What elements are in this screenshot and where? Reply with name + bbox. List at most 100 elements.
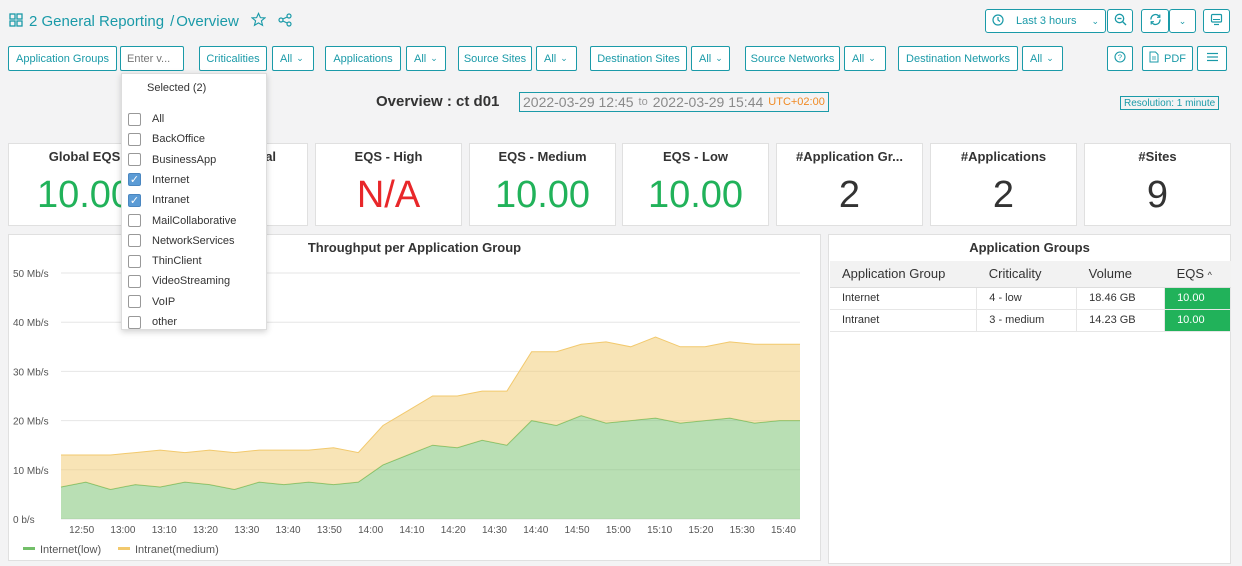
x-tick-label: 14:50 xyxy=(565,525,590,536)
legend-label[interactable]: Internet(low) xyxy=(40,544,101,556)
dropdown-option[interactable]: BackOffice xyxy=(128,131,205,147)
destination-networks-value: All xyxy=(1030,52,1043,65)
application-groups-dropdown[interactable]: Selected (2) All BackOffice BusinessApp ✓ In… xyxy=(121,73,267,330)
col-eqs[interactable]: EQS ^ xyxy=(1164,261,1231,288)
grid-icon[interactable] xyxy=(9,12,23,31)
chevron-down-icon: ⌄ xyxy=(430,53,438,63)
y-tick-label: 0 b/s xyxy=(13,515,35,526)
checkbox-icon[interactable] xyxy=(128,295,141,309)
filter-destination-sites-label[interactable]: Destination Sites xyxy=(590,46,687,71)
checkbox-icon[interactable] xyxy=(128,132,141,146)
application-groups-table: Application Group Criticality Volume EQS… xyxy=(830,261,1231,332)
dropdown-option[interactable]: VoIP xyxy=(128,294,175,310)
criticalities-value: All xyxy=(280,52,293,65)
checkbox-checked-icon[interactable]: ✓ xyxy=(128,173,141,187)
filter-bar: Application Groups Criticalities All⌄ Ap… xyxy=(0,46,1242,72)
resolution-badge: Resolution: 1 minute xyxy=(1120,96,1220,110)
x-tick-label: 13:30 xyxy=(234,525,259,536)
legend-label[interactable]: Intranet(medium) xyxy=(135,544,219,556)
filter-source-networks-label[interactable]: Source Networks xyxy=(745,46,840,71)
dropdown-option[interactable]: NetworkServices xyxy=(128,233,235,249)
range-from: 2022-03-29 12:45 xyxy=(523,94,634,110)
dropdown-option-label: NetworkServices xyxy=(152,234,235,247)
source-sites-select[interactable]: All ⌄ xyxy=(536,46,577,71)
refresh-icon xyxy=(1149,13,1162,29)
kpi-value: N/A xyxy=(356,174,421,216)
zoom-out-button[interactable] xyxy=(1107,9,1133,33)
cell-criticality: 3 - medium xyxy=(976,309,1078,332)
dropdown-option[interactable]: VideoStreaming xyxy=(128,273,230,289)
table-row[interactable]: Intranet 3 - medium 14.23 GB 10.00 xyxy=(830,309,1231,332)
checkbox-checked-icon[interactable]: ✓ xyxy=(128,193,141,207)
table-row[interactable]: Internet 4 - low 18.46 GB 10.00 xyxy=(830,287,1231,310)
col-criticality[interactable]: Criticality xyxy=(976,261,1077,288)
x-tick-label: 14:20 xyxy=(441,525,466,536)
help-button[interactable]: ? xyxy=(1107,46,1133,71)
x-tick-label: 13:00 xyxy=(110,525,135,536)
dropdown-option-label: All xyxy=(152,113,165,125)
dropdown-option-label: other xyxy=(152,316,178,328)
y-tick-label: 30 Mb/s xyxy=(13,367,49,378)
breadcrumb-separator: / xyxy=(170,13,175,30)
dropdown-option-label: VideoStreaming xyxy=(152,275,231,288)
share-icon[interactable] xyxy=(278,12,292,31)
filter-source-sites-label[interactable]: Source Sites xyxy=(458,46,532,71)
checkbox-icon[interactable] xyxy=(128,214,141,227)
chevron-down-icon: ⌄ xyxy=(715,53,723,63)
star-icon[interactable] xyxy=(250,12,267,31)
chevron-down-icon: ⌄ xyxy=(1091,15,1099,26)
cell-eqs: 10.00 xyxy=(1164,309,1231,332)
dropdown-option-label: BusinessApp xyxy=(152,153,217,166)
tv-mode-button[interactable] xyxy=(1203,9,1230,33)
overview-time-range: 2022-03-29 12:45 to 2022-03-29 15:44 UTC… xyxy=(519,92,829,112)
refresh-button[interactable] xyxy=(1141,9,1169,33)
checkbox-icon[interactable] xyxy=(128,153,141,167)
time-range-picker[interactable]: Last 3 hours ⌄ xyxy=(985,9,1106,33)
filter-applications-label[interactable]: Applications xyxy=(325,46,401,71)
destination-sites-select[interactable]: All ⌄ xyxy=(691,46,730,71)
pdf-button[interactable]: PDF xyxy=(1142,46,1193,71)
legend-swatch xyxy=(118,547,130,550)
col-eqs-label: EQS xyxy=(1176,266,1205,282)
checkbox-icon[interactable] xyxy=(128,274,141,288)
dropdown-option[interactable]: ✓ Internet xyxy=(128,172,189,188)
overview-title: Overview : ct d01 xyxy=(376,93,500,110)
dropdown-option[interactable]: other xyxy=(128,314,177,330)
kpi-title: #Sites xyxy=(1138,149,1177,164)
filter-application-groups-label[interactable]: Application Groups xyxy=(8,46,117,71)
dropdown-option[interactable]: ThinClient xyxy=(128,253,202,269)
breadcrumb-page[interactable]: Overview xyxy=(176,13,239,30)
checkbox-icon[interactable] xyxy=(128,315,141,329)
clock-icon xyxy=(992,13,1004,29)
dropdown-option-label: Internet xyxy=(152,173,190,186)
applications-select[interactable]: All ⌄ xyxy=(406,46,446,71)
menu-button[interactable] xyxy=(1197,46,1227,71)
dropdown-option[interactable]: All xyxy=(128,111,164,127)
filter-criticalities-label[interactable]: Criticalities xyxy=(199,46,267,71)
dropdown-option[interactable]: MailCollaborative xyxy=(128,213,236,229)
kpi-eqs-low: EQS - Low 10.00 xyxy=(622,143,769,226)
x-tick-label: 14:40 xyxy=(523,525,548,536)
col-volume[interactable]: Volume xyxy=(1076,261,1165,288)
dropdown-option[interactable]: BusinessApp xyxy=(128,152,216,168)
col-application-group[interactable]: Application Group xyxy=(830,261,977,288)
chevron-down-icon: ⌄ xyxy=(1178,15,1187,26)
checkbox-icon[interactable] xyxy=(128,234,141,248)
destination-networks-select[interactable]: All ⌄ xyxy=(1022,46,1063,71)
checkbox-icon[interactable] xyxy=(128,112,141,126)
kpi-value: 9 xyxy=(1146,174,1169,216)
checkbox-icon[interactable] xyxy=(128,254,141,268)
criticalities-select[interactable]: All ⌄ xyxy=(272,46,314,71)
x-tick-label: 15:40 xyxy=(771,525,796,536)
svg-text:?: ? xyxy=(1118,53,1122,62)
x-tick-label: 15:00 xyxy=(606,525,631,536)
refresh-interval-dropdown[interactable]: ⌄ xyxy=(1169,9,1196,33)
source-networks-select[interactable]: All ⌄ xyxy=(844,46,886,71)
y-tick-label: 20 Mb/s xyxy=(13,417,49,428)
x-tick-label: 14:10 xyxy=(399,525,424,536)
dropdown-option[interactable]: ✓ Intranet xyxy=(128,192,189,208)
filter-destination-networks-label[interactable]: Destination Networks xyxy=(898,46,1018,71)
breadcrumb-dashboard[interactable]: 2 General Reporting xyxy=(29,13,164,30)
x-tick-label: 15:10 xyxy=(647,525,672,536)
application-groups-input[interactable] xyxy=(120,46,184,71)
